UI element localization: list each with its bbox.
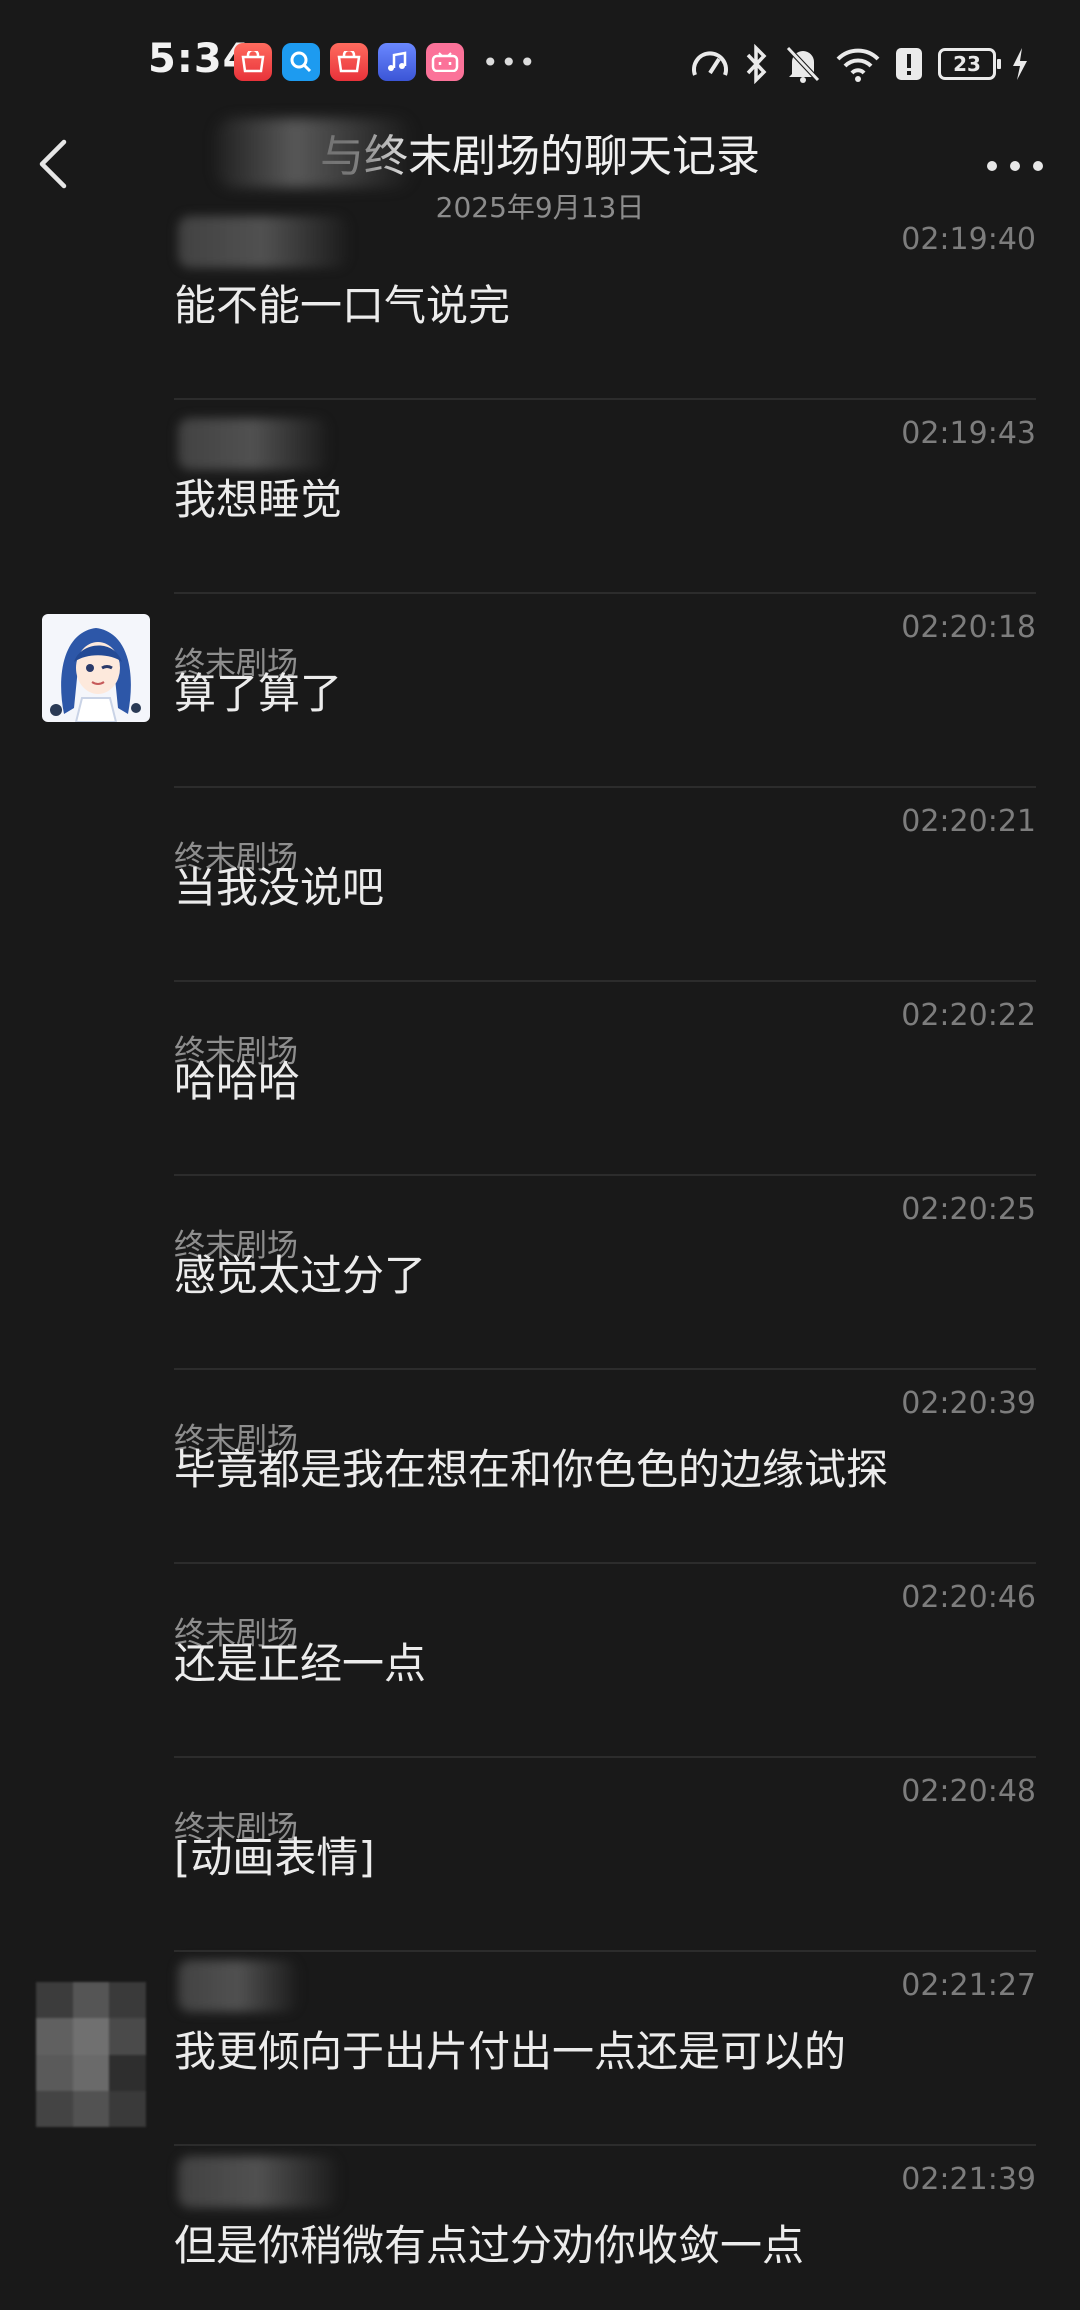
message-text: 算了算了 bbox=[174, 669, 343, 718]
message-time: 02:19:43 bbox=[901, 416, 1036, 451]
list-item[interactable]: 终末剧场 02:20:46 还是正经一点 bbox=[0, 1564, 1080, 1758]
message-time: 02:20:39 bbox=[901, 1386, 1036, 1421]
message-text: 我更倾向于出片付出一点还是可以的 bbox=[174, 2027, 847, 2076]
huawei-mall-icon bbox=[330, 43, 368, 81]
list-item[interactable]: 终末剧场 02:20:25 感觉太过分了 bbox=[0, 1176, 1080, 1370]
bluetooth-icon bbox=[746, 44, 767, 84]
message-text: [动画表情] bbox=[174, 1833, 375, 1882]
message-text: 毕竟都是我在想在和你色色的边缘试探 bbox=[174, 1445, 889, 1494]
list-item[interactable]: 终末剧场 02:20:22 哈哈哈 bbox=[0, 982, 1080, 1176]
list-item[interactable]: 02:19:40 能不能一口气说完 bbox=[0, 206, 1080, 400]
message-time: 02:19:40 bbox=[901, 222, 1036, 257]
redacted-avatar[interactable] bbox=[36, 1982, 146, 2127]
speed-icon bbox=[692, 51, 728, 76]
message-time: 02:21:39 bbox=[901, 2162, 1036, 2197]
list-item[interactable]: 终末剧场 02:20:39 毕竟都是我在想在和你色色的边缘试探 bbox=[0, 1370, 1080, 1564]
list-item[interactable]: 02:21:27 我更倾向于出片付出一点还是可以的 bbox=[0, 1952, 1080, 2146]
list-item[interactable]: 终末剧场 02:20:21 当我没说吧 bbox=[0, 788, 1080, 982]
mute-icon bbox=[786, 46, 820, 83]
list-item[interactable]: 终末剧场 02:20:18 算了算了 bbox=[0, 594, 1080, 788]
chevron-left-icon bbox=[39, 139, 67, 189]
battery-icon: 23 bbox=[938, 48, 1001, 80]
redacted-sender bbox=[178, 1960, 298, 2012]
alert-icon bbox=[896, 48, 922, 80]
message-text: 能不能一口气说完 bbox=[174, 281, 511, 330]
message-time: 02:20:46 bbox=[901, 1580, 1036, 1615]
more-dots-icon bbox=[987, 161, 1043, 171]
avatar[interactable] bbox=[42, 614, 150, 722]
bilibili-icon bbox=[426, 43, 464, 81]
message-text: 我想睡觉 bbox=[174, 475, 343, 524]
huawei-mall-icon bbox=[234, 43, 272, 81]
notification-icons: ••• bbox=[234, 43, 538, 81]
music-app-icon bbox=[378, 43, 416, 81]
search-app-icon bbox=[282, 43, 320, 81]
message-time: 02:21:27 bbox=[901, 1968, 1036, 2003]
message-list: 02:19:40 能不能一口气说完 02:19:43 我想睡觉 终末剧场 02:… bbox=[0, 206, 1080, 2310]
message-time: 02:20:25 bbox=[901, 1192, 1036, 1227]
list-item[interactable]: 02:19:43 我想睡觉 bbox=[0, 400, 1080, 594]
message-text: 当我没说吧 bbox=[174, 863, 385, 912]
message-time: 02:20:18 bbox=[901, 610, 1036, 645]
charging-icon bbox=[1013, 48, 1027, 80]
battery-level: 23 bbox=[953, 52, 981, 76]
wifi-icon bbox=[836, 48, 880, 82]
list-item[interactable]: 终末剧场 02:20:48 [动画表情] bbox=[0, 1758, 1080, 1952]
redacted-sender bbox=[178, 418, 328, 470]
redacted-name bbox=[215, 118, 415, 188]
message-time: 02:20:22 bbox=[901, 998, 1036, 1033]
message-time: 02:20:48 bbox=[901, 1774, 1036, 1809]
anime-girl-avatar-icon bbox=[42, 614, 150, 722]
redacted-sender bbox=[178, 216, 348, 268]
back-button[interactable] bbox=[30, 134, 78, 194]
message-text: 感觉太过分了 bbox=[174, 1251, 427, 1300]
redacted-sender bbox=[178, 2156, 338, 2208]
message-text: 还是正经一点 bbox=[174, 1639, 427, 1688]
message-text: 哈哈哈 bbox=[174, 1057, 301, 1106]
message-time: 02:20:21 bbox=[901, 804, 1036, 839]
status-bar: 5:34 ••• 23 bbox=[0, 0, 1080, 120]
list-item[interactable]: 02:21:39 但是你稍微有点过分劝你收敛一点 bbox=[0, 2146, 1080, 2310]
more-notifications-icon: ••• bbox=[482, 45, 538, 79]
message-text: 但是你稍微有点过分劝你收敛一点 bbox=[174, 2221, 805, 2270]
more-options-button[interactable] bbox=[980, 148, 1050, 184]
system-icons: 23 bbox=[690, 44, 1030, 84]
chat-history-screen: 5:34 ••• 23 与终末剧场的聊天记录 2025年9月13日 02:19:… bbox=[0, 0, 1080, 2310]
